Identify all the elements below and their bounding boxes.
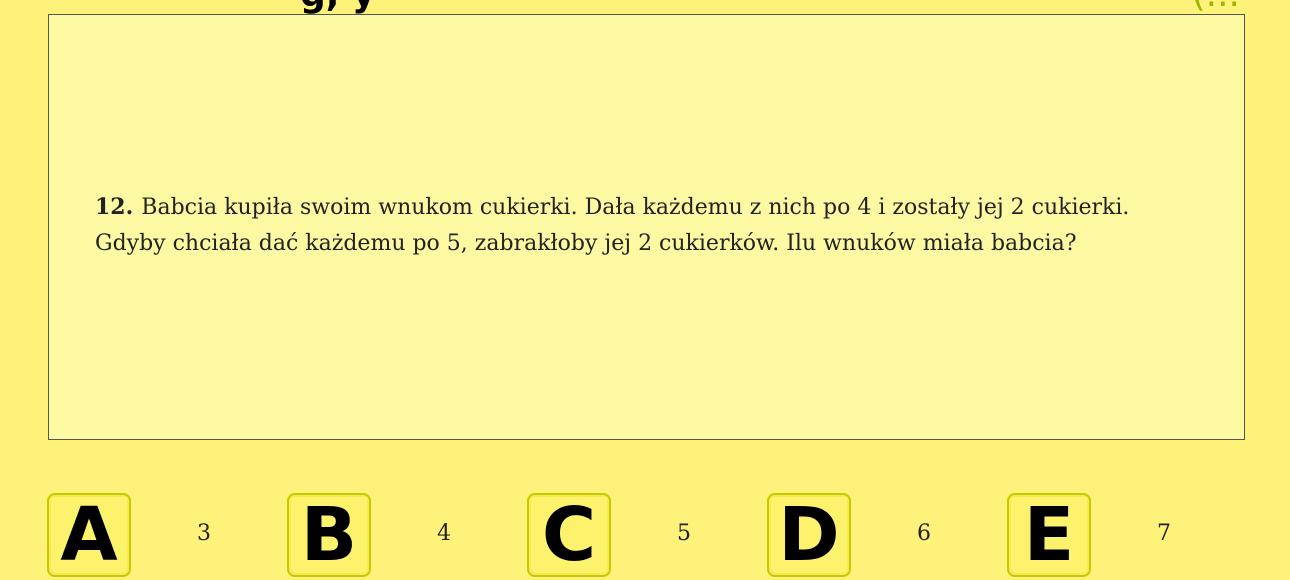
answer-e-button[interactable]: E [1007, 493, 1091, 577]
top-header-strip: g, y (... [0, 0, 1290, 15]
answer-d-value: 6 [917, 521, 931, 546]
header-right-indicator: (... [1192, 0, 1240, 15]
question-line-1-text: Babcia kupiła swoim wnukom cukierki. Dał… [141, 195, 1130, 220]
question-line-1: 12. Babcia kupiła swoim wnukom cukierki. … [95, 189, 1215, 226]
answer-options: A 3 B 4 C 5 D 6 E 7 [47, 493, 1247, 579]
answer-d-button[interactable]: D [767, 493, 851, 577]
question-line-2: Gdyby chciała dać każdemu po 5, zabrakło… [95, 231, 1077, 256]
question-panel: 12. Babcia kupiła swoim wnukom cukierki. … [48, 14, 1245, 440]
answer-b-button[interactable]: B [287, 493, 371, 577]
header-title: g, y [300, 0, 375, 15]
answer-a-value: 3 [197, 521, 211, 546]
question-number: 12. [95, 194, 134, 220]
question-text: 12. Babcia kupiła swoim wnukom cukierki. … [95, 189, 1215, 262]
answer-c-value: 5 [677, 521, 691, 546]
answer-b-value: 4 [437, 521, 451, 546]
answer-c-button[interactable]: C [527, 493, 611, 577]
answer-e-value: 7 [1157, 521, 1171, 546]
answer-a-button[interactable]: A [47, 493, 131, 577]
